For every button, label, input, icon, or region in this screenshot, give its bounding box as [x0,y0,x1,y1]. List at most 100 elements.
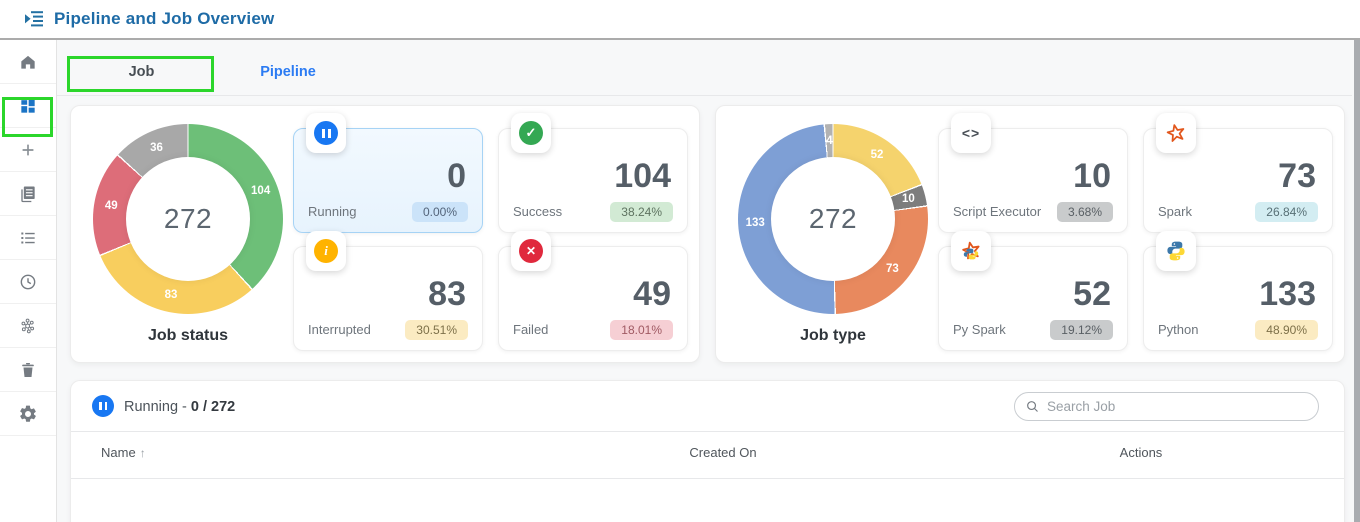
tab-pipeline[interactable]: Pipeline [243,64,333,80]
slice-value-label: 10 [901,193,915,206]
job-type-donut[interactable]: 272 52 10 73 133 4 [738,124,928,314]
pause-icon [92,395,114,417]
job-status-panel: 272 104 83 49 36 Job status 0 Running 0.00%… [70,105,700,363]
card-icon-chip: i [306,231,346,271]
python-count: 133 [1259,275,1316,313]
cluster-icon [21,318,35,333]
pyspark-percent-badge: 19.12% [1050,320,1113,340]
card-spark[interactable]: 73 Spark 26.84% [1143,113,1333,233]
card-success[interactable]: ✓ 104 Success 38.24% [498,113,688,233]
donut-center: 272 [771,157,895,281]
divider [71,478,1344,479]
trash-icon [22,362,34,377]
slice-value-label: 73 [885,263,899,276]
app-window: Pipeline and Job Overview Job Pipeline 2… [0,0,1360,522]
script-executor-count: 10 [1073,157,1111,195]
card-icon-chip: <> [951,113,991,153]
main-content: Job Pipeline 272 104 83 49 36 Job status 0 … [57,40,1360,522]
vertical-scrollbar[interactable] [1354,40,1360,522]
card-label: Script Executor [953,204,1042,219]
search-icon [1027,401,1038,412]
card-icon-chip [951,231,991,271]
job-status-total: 272 [163,203,213,234]
slice-value-label: 49 [104,199,118,212]
sidebar-item-history[interactable] [0,260,56,304]
search-box[interactable] [1014,392,1319,421]
pyspark-icon [962,241,980,260]
plus-icon [22,144,34,155]
sidebar-item-list[interactable] [0,216,56,260]
donut-center: 272 [126,157,250,281]
running-percent-badge: 0.00% [411,202,468,222]
job-type-chart-area: 272 52 10 73 133 4 Job type [738,124,928,354]
job-type-chart-title: Job type [800,327,866,344]
pause-icon [314,121,338,145]
page-title: Pipeline and Job Overview [54,9,275,28]
info-icon: i [314,239,338,263]
card-failed[interactable]: ✕ 49 Failed 18.01% [498,231,688,351]
check-icon: ✓ [519,121,543,145]
python-percent-badge: 48.90% [1255,320,1318,340]
card-label: Running [308,204,357,219]
page-header: Pipeline and Job Overview [0,0,1360,40]
running-count: 0 [447,157,466,195]
sidebar-item-settings[interactable] [0,392,56,436]
name-column-label: Name [101,445,136,460]
job-type-total: 272 [808,203,858,234]
column-header-actions: Actions [1119,445,1163,460]
tab-job[interactable]: Job [70,64,213,80]
card-running[interactable]: 0 Running 0.00% [293,113,483,233]
column-header-name[interactable]: Name ↑ [101,445,146,460]
card-pyspark[interactable]: 52 Py Spark 19.12% [938,231,1128,351]
card-label: Python [1158,322,1199,337]
scrollbar-thumb[interactable] [1354,40,1360,522]
card-icon-chip [306,113,346,153]
job-status-chart-area: 272 104 83 49 36 Job status [93,124,283,354]
copy-icon [21,186,35,202]
sidebar-item-templates[interactable] [0,172,56,216]
script-executor-percent-badge: 3.68% [1056,202,1113,222]
list-icon [21,232,35,243]
spark-icon [1166,124,1185,142]
divider [71,431,1344,432]
sidebar-item-home[interactable] [0,40,56,84]
sidebar-item-create[interactable] [0,128,56,172]
job-status-donut[interactable]: 272 104 83 49 36 [93,124,283,314]
spark-percent-badge: 26.84% [1255,202,1318,222]
card-script-executor[interactable]: <> 10 Script Executor 3.68% [938,113,1128,233]
spark-count: 73 [1278,157,1316,195]
jobs-list-header: Running - 0 / 272 [71,381,1344,431]
card-label: Spark [1158,204,1192,219]
sidebar-item-dashboard[interactable] [0,84,56,128]
pipeline-icon [25,11,43,27]
interrupted-count: 83 [428,275,466,313]
cross-icon: ✕ [519,239,543,263]
success-count: 104 [614,157,671,195]
sidebar-item-lineage[interactable] [0,304,56,348]
card-icon-chip [1156,231,1196,271]
job-status-chart-title: Job status [147,327,228,344]
clock-icon [20,274,36,289]
card-label: Py Spark [953,322,1006,337]
card-label: Success [513,204,563,219]
search-job-input[interactable] [1047,399,1308,414]
slice-value-label: 36 [150,141,163,154]
card-icon-chip: ✕ [511,231,551,271]
success-percent-badge: 38.24% [610,202,673,222]
card-python[interactable]: 133 Python 48.90% [1143,231,1333,351]
interrupted-percent-badge: 30.51% [405,320,468,340]
slice-value-label: 104 [251,184,271,197]
status-prefix: Running - [124,399,187,415]
card-interrupted[interactable]: i 83 Interrupted 30.51% [293,231,483,351]
card-icon-chip [1156,113,1196,153]
card-label: Failed [513,322,549,337]
sidebar-item-trash[interactable] [0,348,56,392]
status-count: 0 / 272 [190,399,236,415]
slice-value-label: 4 [826,135,833,148]
jobs-list-title: Running - 0 / 272 [124,399,235,415]
card-icon-chip: ✓ [511,113,551,153]
python-icon [1167,241,1185,261]
code-icon: <> [961,125,981,141]
failed-percent-badge: 18.01% [610,320,673,340]
column-header-created-on: Created On [689,445,757,460]
